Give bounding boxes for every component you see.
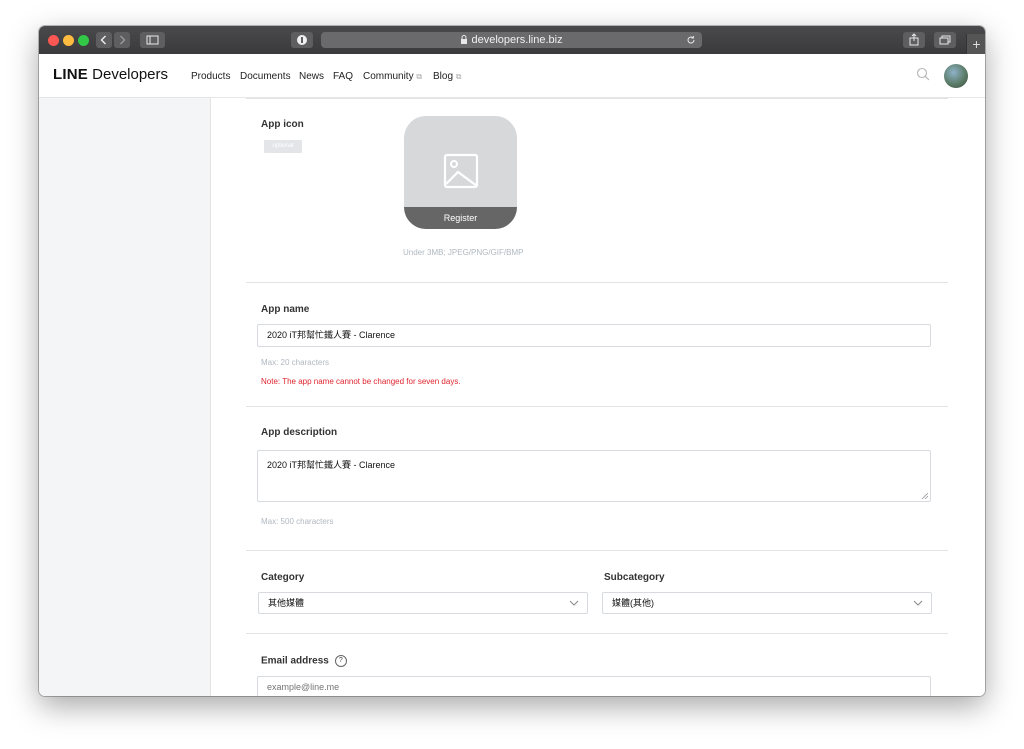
share-icon (909, 33, 919, 46)
app-icon-hint: Under 3MB; JPEG/PNG/GIF/BMP (403, 248, 524, 257)
back-button[interactable] (96, 32, 112, 48)
app-name-input[interactable]: 2020 iT邦幫忙鐵人賽 - Clarence (257, 324, 931, 347)
browser-titlebar: developers.line.biz + (39, 26, 985, 54)
browser-window: developers.line.biz + LINE Developers Pr… (39, 26, 985, 696)
sidebar-icon (146, 35, 159, 45)
nav-products[interactable]: Products (191, 71, 230, 82)
category-label: Category (261, 572, 305, 583)
app-description-label: App description (261, 427, 338, 438)
url-text: developers.line.biz (471, 34, 563, 46)
app-name-label: App name (261, 304, 310, 315)
app-description-textarea[interactable]: 2020 iT邦幫忙鐵人賽 - Clarence (257, 450, 931, 502)
divider (246, 550, 948, 551)
nav-faq[interactable]: FAQ (333, 71, 353, 82)
chevron-left-icon (100, 35, 106, 45)
app-icon-upload[interactable]: Register (404, 116, 517, 229)
nav-news[interactable]: News (299, 71, 324, 82)
logo-line-text: LINE (53, 66, 88, 83)
nav-blog-label: Blog (433, 71, 454, 82)
new-tab-button[interactable]: + (966, 34, 985, 54)
optional-badge: optional (264, 140, 302, 153)
subcategory-value: 媒體(其他) (612, 598, 654, 608)
image-placeholder-icon (443, 153, 479, 189)
app-settings-form: App icon optional Register Under 3MB; JP… (211, 98, 985, 696)
privacy-report-button[interactable] (291, 32, 313, 48)
sidebar-toggle-button[interactable] (140, 32, 165, 48)
resize-handle-icon[interactable] (922, 493, 928, 499)
tabs-overview-button[interactable] (934, 32, 956, 48)
app-icon-label: App icon (261, 119, 304, 130)
help-icon[interactable]: ? (334, 655, 347, 667)
sidebar (39, 98, 211, 696)
logo-developers-text: Developers (92, 66, 169, 83)
reload-icon[interactable] (686, 35, 696, 45)
external-link-icon: ⧉ (416, 72, 423, 81)
chevron-right-icon (120, 35, 126, 45)
subcategory-label: Subcategory (604, 572, 665, 583)
line-developers-logo[interactable]: LINE Developers (53, 66, 168, 83)
chevron-down-icon (913, 600, 923, 606)
nav-community[interactable]: Community ⧉ (363, 71, 422, 82)
app-description-text: 2020 iT邦幫忙鐵人賽 - Clarence (267, 460, 396, 470)
app-name-hint: Max: 20 characters (261, 358, 330, 367)
app-description-hint: Max: 500 characters (261, 517, 334, 526)
email-input[interactable] (257, 676, 931, 696)
search-icon[interactable] (916, 67, 930, 81)
user-avatar[interactable] (944, 64, 968, 88)
chevron-down-icon (569, 600, 579, 606)
nav-documents[interactable]: Documents (240, 71, 291, 82)
register-icon-button[interactable]: Register (404, 207, 517, 229)
external-link-icon: ⧉ (455, 72, 462, 81)
shield-icon (297, 35, 307, 45)
site-header: LINE Developers Products Documents News … (39, 54, 985, 98)
minimize-window-button[interactable] (63, 35, 74, 46)
close-window-button[interactable] (48, 35, 59, 46)
nav-community-label: Community (363, 71, 414, 82)
share-button[interactable] (903, 32, 925, 48)
divider (246, 633, 948, 634)
plus-icon: + (972, 36, 981, 52)
address-bar[interactable]: developers.line.biz (321, 32, 702, 48)
app-name-note: Note: The app name cannot be changed for… (261, 377, 461, 386)
forward-button[interactable] (114, 32, 130, 48)
email-label: Email address? (261, 655, 347, 667)
category-value: 其他媒體 (268, 598, 305, 608)
divider (246, 282, 948, 283)
lock-icon (461, 35, 468, 44)
nav-blog[interactable]: Blog ⧉ (433, 71, 462, 82)
subcategory-select[interactable]: 媒體(其他) (602, 592, 932, 614)
email-label-text: Email address (261, 655, 329, 667)
divider (246, 98, 948, 99)
divider (246, 406, 948, 407)
category-select[interactable]: 其他媒體 (258, 592, 588, 614)
tabs-icon (939, 35, 951, 45)
zoom-window-button[interactable] (78, 35, 89, 46)
